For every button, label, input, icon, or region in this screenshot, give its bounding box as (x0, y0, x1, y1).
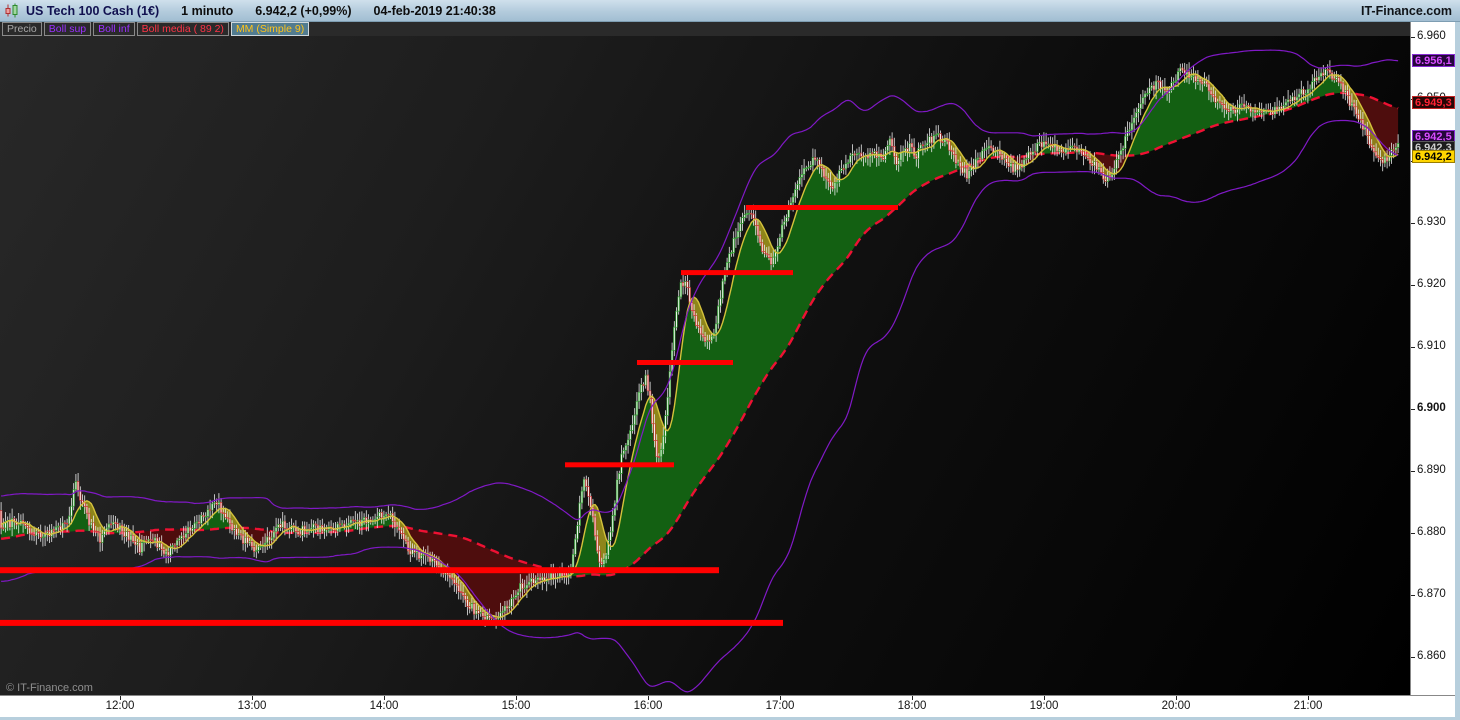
timeframe-label: 1 minuto (181, 3, 234, 18)
time-tick-label: 16:00 (633, 700, 663, 712)
price-tick-mark (1411, 595, 1415, 596)
price-tick-mark (1411, 37, 1415, 38)
price-tick-mark (1411, 223, 1415, 224)
time-tick-label: 19:00 (1029, 700, 1059, 712)
price-box-1: 6.949,3 (1412, 96, 1455, 110)
indicator-legend: Precio Boll sup Boll inf Boll media ( 89 2)… (0, 22, 1410, 36)
brand-label: IT-Finance.com (1361, 3, 1452, 18)
legend-tag-2[interactable]: Boll inf (93, 22, 135, 36)
chart-area[interactable]: © IT-Finance.com (0, 36, 1410, 695)
last-price-change: 6.942,2 (+0,99%) (255, 3, 352, 18)
price-box-0: 6.956,1 (1412, 54, 1455, 68)
instrument-title: US Tech 100 Cash (1€) (26, 3, 160, 18)
price-tick-label: 6.860 (1417, 650, 1446, 662)
legend-tag-1[interactable]: Boll sup (43, 22, 92, 36)
price-tick-label: 6.870 (1417, 588, 1446, 600)
price-tick-mark (1411, 409, 1415, 410)
price-tick-mark (1411, 657, 1415, 658)
price-tick-mark (1411, 471, 1415, 472)
legend-tag-4[interactable]: MM (Simple 9) (230, 22, 310, 36)
legend-tag-0[interactable]: Precio (2, 22, 42, 36)
time-tick-label: 21:00 (1293, 700, 1323, 712)
time-tick-label: 18:00 (897, 700, 927, 712)
price-tick-mark (1411, 347, 1415, 348)
time-tick-label: 17:00 (765, 700, 795, 712)
trading-chart-window: US Tech 100 Cash (1€) 1 minuto 6.942,2 (… (0, 0, 1460, 720)
price-tick-mark (1411, 533, 1415, 534)
time-tick-label: 14:00 (369, 700, 399, 712)
price-tick-label: 6.900 (1417, 402, 1446, 414)
time-tick-label: 13:00 (237, 700, 267, 712)
candlestick-logo-icon (5, 3, 18, 18)
price-tick-label: 6.880 (1417, 526, 1446, 538)
price-axis[interactable]: 6.9606.9506.9406.9306.9206.9106.9006.890… (1410, 22, 1455, 695)
price-tick-mark (1411, 285, 1415, 286)
price-tick-label: 6.920 (1417, 278, 1446, 290)
chart-watermark: © IT-Finance.com (6, 682, 93, 694)
price-tick-label: 6.960 (1417, 30, 1446, 42)
price-tick-label: 6.930 (1417, 216, 1446, 228)
price-tick-label: 6.890 (1417, 464, 1446, 476)
legend-tag-3[interactable]: Boll media ( 89 2) (136, 22, 229, 36)
time-tick-label: 20:00 (1161, 700, 1191, 712)
time-axis[interactable]: 12:00 13:00 14:00 15:00 16:00 17:00 18:00 19:00… (0, 695, 1460, 717)
time-tick-label: 15:00 (501, 700, 531, 712)
candlestick-chart[interactable] (0, 36, 1410, 695)
datetime-label: 04-feb-2019 21:40:38 (373, 3, 496, 18)
price-tick-label: 6.910 (1417, 340, 1446, 352)
time-tick-label: 12:00 (105, 700, 135, 712)
price-box-4: 6.942,2 (1412, 150, 1455, 164)
window-frame-right (1455, 22, 1460, 717)
title-bar: US Tech 100 Cash (1€) 1 minuto 6.942,2 (… (0, 0, 1460, 22)
